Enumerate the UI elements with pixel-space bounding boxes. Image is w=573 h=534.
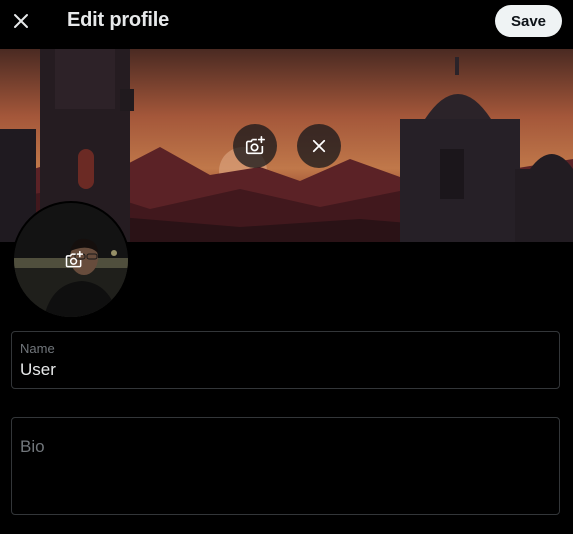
page-title: Edit profile [67, 9, 170, 31]
avatar[interactable] [12, 201, 130, 319]
banner-add-photo-button[interactable] [233, 124, 277, 168]
close-icon [312, 139, 326, 153]
name-input[interactable] [20, 360, 540, 380]
name-field[interactable]: Name [11, 331, 560, 389]
banner-remove-photo-button[interactable] [297, 124, 341, 168]
camera-add-icon [65, 250, 84, 268]
bio-field[interactable]: Bio [11, 417, 560, 515]
close-icon [14, 14, 28, 28]
avatar-add-photo-button[interactable] [61, 247, 87, 273]
bio-placeholder: Bio [20, 437, 45, 456]
close-button[interactable] [4, 4, 38, 38]
dialog-header: Edit profile Save [0, 0, 573, 42]
save-button[interactable]: Save [495, 5, 562, 37]
camera-add-icon [245, 136, 265, 155]
edit-profile-dialog: Edit profile Save Name User Bio [0, 0, 573, 534]
name-field-label: Name [20, 341, 55, 356]
